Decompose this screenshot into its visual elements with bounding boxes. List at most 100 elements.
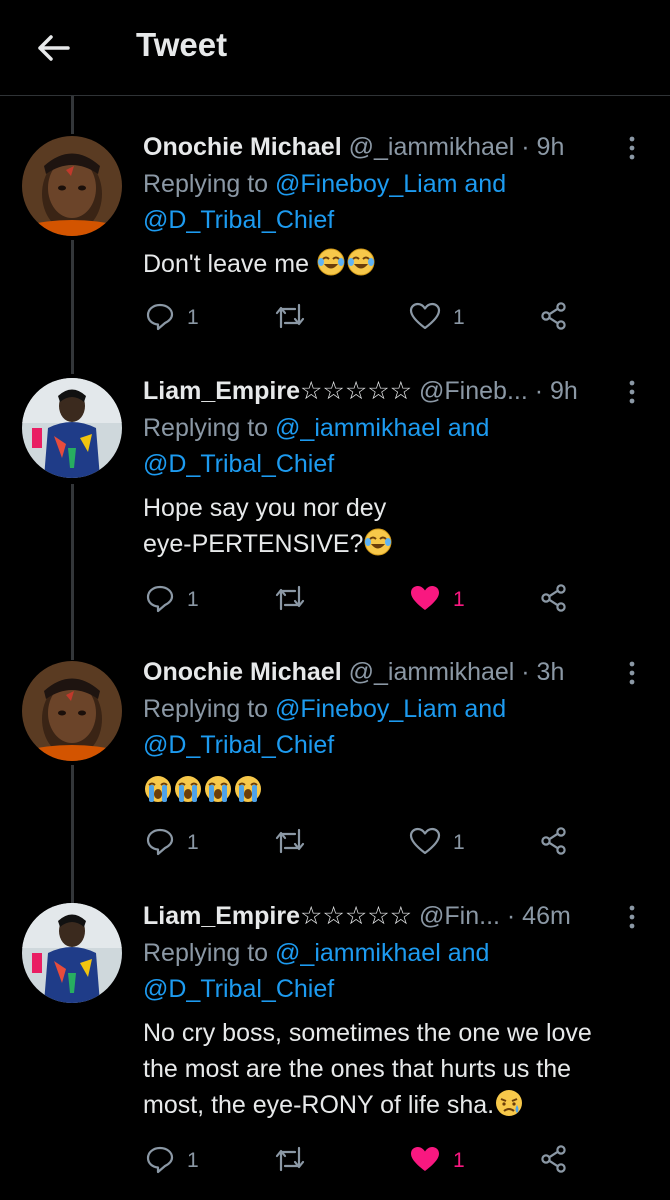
share-button[interactable] [539, 300, 569, 336]
reply-count: 1 [187, 831, 199, 854]
loudly-crying-face-icon [233, 774, 263, 814]
loudly-crying-face-icon [143, 774, 173, 814]
share-icon [539, 826, 569, 861]
replying-to-continued: @D_Tribal_Chief [143, 727, 334, 763]
heart-outline-icon [409, 826, 441, 861]
heart-filled-icon [409, 1144, 441, 1179]
reply-icon [145, 301, 175, 336]
like-button[interactable]: 1 [409, 300, 465, 336]
tweet[interactable]: Onochie Michael @_iammikhael · 9h Replyi… [0, 130, 670, 345]
page-title: Tweet [136, 26, 228, 63]
replying-to-continued: @D_Tribal_Chief [143, 202, 334, 238]
tweet-header: Onochie Michael @_iammikhael · 9h [143, 130, 643, 164]
retweet-button[interactable] [273, 1143, 307, 1179]
reply-count: 1 [187, 588, 199, 611]
replying-to-label: Replying to [143, 939, 276, 967]
replying-to-label: Replying to [143, 695, 276, 723]
avatar[interactable] [22, 378, 122, 478]
reply-count: 1 [187, 306, 199, 329]
handle-and-time: @_iammikhael · 9h [341, 133, 565, 161]
tweet-text: No cry boss, sometimes the one we love t… [143, 1015, 653, 1128]
avatar[interactable] [22, 903, 122, 1003]
handle-and-time: @_iammikhael · 3h [341, 658, 565, 686]
mention-link[interactable]: @D_Tribal_Chief [143, 450, 334, 478]
retweet-button[interactable] [273, 825, 307, 861]
like-count: 1 [453, 831, 465, 854]
tweet[interactable]: Liam_Empire☆☆☆☆☆ @Fineb... · 9h Replying… [0, 374, 670, 624]
display-name[interactable]: Onochie Michael [143, 133, 342, 161]
display-name[interactable]: Liam_Empire☆☆☆☆☆ [143, 377, 412, 405]
replying-to-continued: @D_Tribal_Chief [143, 971, 334, 1007]
like-count: 1 [453, 1149, 465, 1172]
tweet[interactable]: Onochie Michael @_iammikhael · 3h Replyi… [0, 655, 670, 870]
thread-line [71, 96, 74, 134]
mention-link[interactable]: @D_Tribal_Chief [143, 731, 334, 759]
tweet-header: Onochie Michael @_iammikhael · 3h [143, 655, 643, 689]
mention-link[interactable]: @D_Tribal_Chief [143, 975, 334, 1003]
display-name[interactable]: Onochie Michael [143, 658, 342, 686]
like-count: 1 [453, 588, 465, 611]
replying-to: Replying to @_iammikhael and [143, 935, 489, 971]
reply-icon [145, 826, 175, 861]
replying-to-label: Replying to [143, 414, 276, 442]
back-arrow-icon[interactable] [34, 28, 74, 68]
share-button[interactable] [539, 825, 569, 861]
share-icon [539, 583, 569, 618]
retweet-icon [273, 1144, 307, 1179]
like-count: 1 [453, 306, 465, 329]
avatar[interactable] [22, 661, 122, 761]
like-button[interactable]: 1 [409, 1143, 465, 1179]
replying-to: Replying to @Fineboy_Liam and [143, 166, 506, 202]
retweet-button[interactable] [273, 582, 307, 618]
tweet-actions: 1 1 [143, 1143, 643, 1179]
display-name[interactable]: Liam_Empire☆☆☆☆☆ [143, 902, 412, 930]
handle-and-time: @Fineb... · 9h [412, 377, 578, 405]
tweet-text-line: eye-PERTENSIVE? [143, 530, 364, 558]
handle-and-time: @Fin... · 46m [412, 902, 571, 930]
reply-button[interactable]: 1 [145, 582, 199, 618]
like-button[interactable]: 1 [409, 582, 465, 618]
reply-button[interactable]: 1 [145, 825, 199, 861]
face-with-tears-of-joy-icon [346, 247, 376, 287]
mention-link[interactable]: @Fineboy_Liam and [275, 170, 506, 198]
reply-icon [145, 583, 175, 618]
loudly-crying-face-icon [173, 774, 203, 814]
reply-button[interactable]: 1 [145, 1143, 199, 1179]
replying-to: Replying to @_iammikhael and [143, 410, 489, 446]
heart-outline-icon [409, 301, 441, 336]
tweet-actions: 1 1 [143, 825, 643, 861]
top-bar: Tweet [0, 0, 670, 96]
like-button[interactable]: 1 [409, 825, 465, 861]
tweet[interactable]: Liam_Empire☆☆☆☆☆ @Fin... · 46m Replying … [0, 899, 670, 1189]
more-options-icon[interactable] [622, 659, 642, 687]
share-button[interactable] [539, 1143, 569, 1179]
avatar[interactable] [22, 136, 122, 236]
replying-to: Replying to @Fineboy_Liam and [143, 691, 506, 727]
heart-filled-icon [409, 583, 441, 618]
replying-to-continued: @D_Tribal_Chief [143, 446, 334, 482]
retweet-icon [273, 583, 307, 618]
mention-link[interactable]: @Fineboy_Liam and [275, 695, 506, 723]
tweet-text [143, 773, 653, 814]
share-button[interactable] [539, 582, 569, 618]
tweet-actions: 1 1 [143, 300, 643, 336]
reply-button[interactable]: 1 [145, 300, 199, 336]
retweet-icon [273, 826, 307, 861]
more-options-icon[interactable] [622, 378, 642, 406]
sad-but-relieved-face-icon [494, 1088, 524, 1128]
more-options-icon[interactable] [622, 134, 642, 162]
tweet-text: Don't leave me [143, 246, 653, 287]
reply-icon [145, 1144, 175, 1179]
retweet-button[interactable] [273, 300, 307, 336]
mention-link[interactable]: @_iammikhael and [275, 414, 489, 442]
more-options-icon[interactable] [622, 903, 642, 931]
tweet-text: Hope say you nor dey eye-PERTENSIVE? [143, 490, 653, 567]
mention-link[interactable]: @_iammikhael and [275, 939, 489, 967]
tweet-text-line: most, the eye-RONY of life sha. [143, 1091, 495, 1119]
tweet-header: Liam_Empire☆☆☆☆☆ @Fineb... · 9h [143, 374, 643, 408]
reply-count: 1 [187, 1149, 199, 1172]
mention-link[interactable]: @D_Tribal_Chief [143, 206, 334, 234]
tweet-text-line: No cry boss, sometimes the one we love [143, 1019, 592, 1047]
replying-to-label: Replying to [143, 170, 276, 198]
tweet-text-line: the most are the ones that hurts us the [143, 1055, 572, 1083]
